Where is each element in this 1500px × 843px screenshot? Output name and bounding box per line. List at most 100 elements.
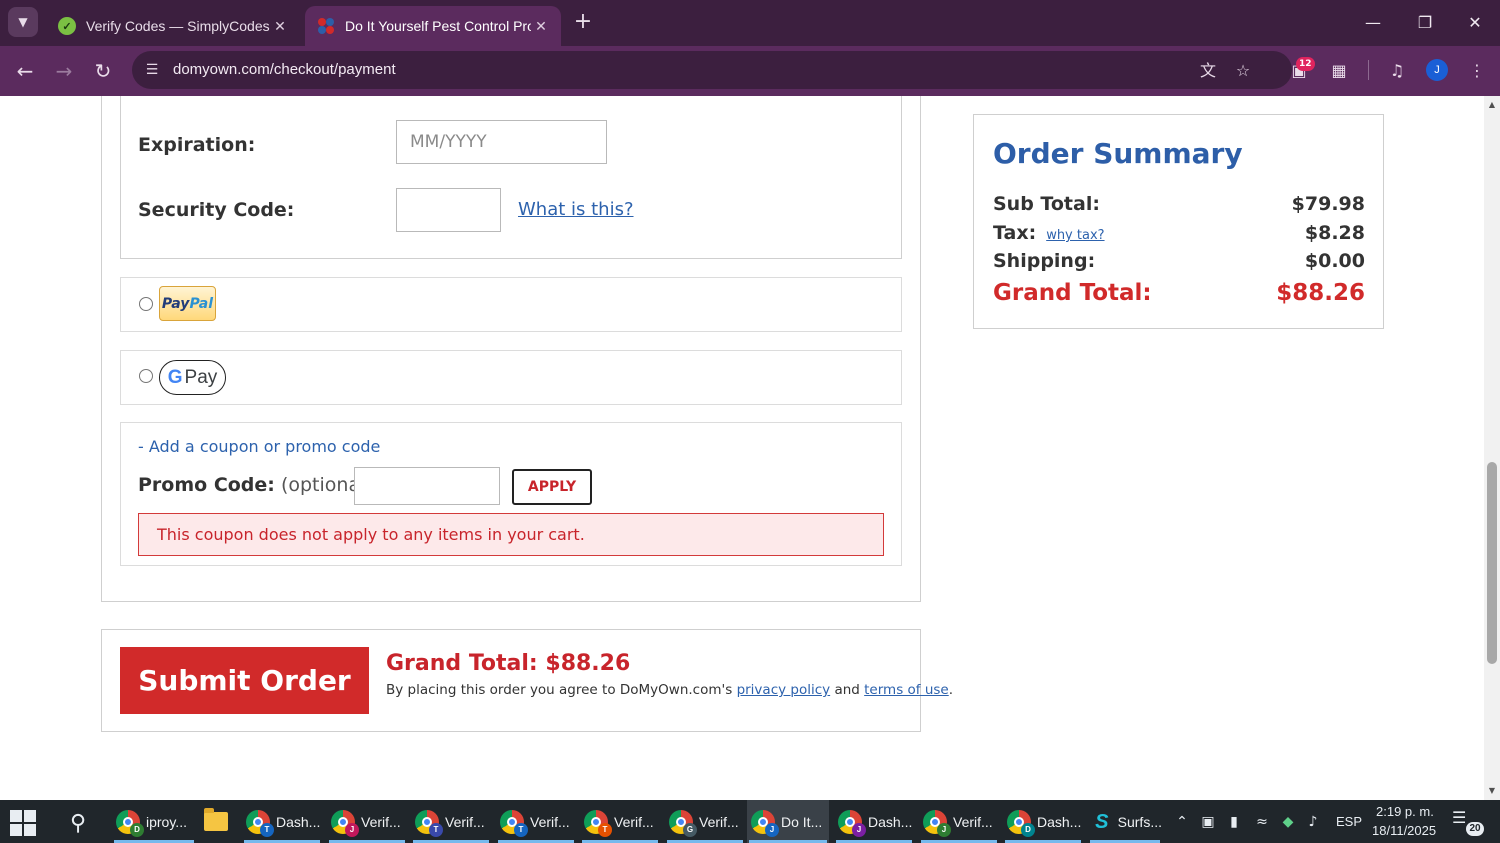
taskbar-app-chrome[interactable]: J Verif... bbox=[327, 800, 407, 843]
close-window-button[interactable]: ✕ bbox=[1460, 8, 1490, 38]
taskbar-app-chrome[interactable]: J Dash... bbox=[834, 800, 914, 843]
extension-badge: 12 bbox=[1296, 57, 1315, 71]
grand-total-line: Grand Total: $88.26 bbox=[386, 651, 631, 676]
promo-code-label: Promo Code: (optional) bbox=[138, 474, 373, 496]
menu-kebab-icon[interactable]: ⋮ bbox=[1464, 58, 1490, 84]
bookmark-star-icon[interactable]: ☆ bbox=[1232, 60, 1254, 82]
chrome-icon: J bbox=[751, 809, 779, 837]
clock-time[interactable]: 2:19 p. m. bbox=[1376, 804, 1434, 819]
taskbar-app-chrome[interactable]: T Dash... bbox=[242, 800, 322, 843]
notification-center-button[interactable]: ☰ 20 bbox=[1452, 808, 1484, 838]
media-control-icon[interactable]: ♫ bbox=[1384, 58, 1410, 84]
chrome-icon: T bbox=[500, 809, 528, 837]
submit-section: Submit Order Grand Total: $88.26 By plac… bbox=[101, 629, 953, 732]
chrome-icon: D bbox=[1007, 809, 1035, 837]
submit-order-button[interactable]: Submit Order bbox=[120, 647, 369, 714]
scroll-up-icon[interactable]: ▲ bbox=[1484, 98, 1500, 112]
order-summary-title: Order Summary bbox=[993, 137, 1243, 170]
windows-taskbar: ⚲ D iproy... T Dash... J Verif... T Veri… bbox=[0, 800, 1500, 843]
taskbar-app-chrome[interactable]: T Verif... bbox=[580, 800, 660, 843]
security-code-input[interactable] bbox=[396, 188, 501, 232]
coupon-error-message: This coupon does not apply to any items … bbox=[138, 513, 884, 556]
taskbar-app-chrome[interactable]: D Dash... bbox=[1003, 800, 1083, 843]
clock-date[interactable]: 18/11/2025 bbox=[1372, 823, 1436, 838]
google-g-icon: G bbox=[167, 366, 183, 388]
volume-icon[interactable]: ♪ bbox=[1303, 812, 1323, 832]
profile-avatar[interactable]: J bbox=[1426, 59, 1448, 81]
grand-total-row: Grand Total: $88.26 bbox=[993, 280, 1365, 306]
terms-of-use-link[interactable]: terms of use bbox=[864, 682, 949, 698]
page-viewport: Expiration: Security Code: What is this?… bbox=[0, 96, 1484, 800]
taskbar-app-chrome[interactable]: J Verif... bbox=[919, 800, 999, 843]
taskbar-app-surfshark[interactable]: S Surfs... bbox=[1088, 800, 1162, 843]
language-indicator[interactable]: ESP bbox=[1336, 814, 1362, 829]
expiration-label: Expiration: bbox=[138, 134, 256, 156]
minimize-button[interactable]: — bbox=[1358, 8, 1388, 38]
browser-toolbar: ← → ↻ ☰ domyown.com/checkout/payment 文 ☆… bbox=[0, 46, 1500, 96]
google-pay-logo[interactable]: G Pay bbox=[159, 360, 226, 395]
google-pay-option[interactable]: G Pay bbox=[120, 350, 902, 405]
scroll-down-icon[interactable]: ▼ bbox=[1484, 784, 1500, 798]
site-settings-icon[interactable]: ☰ bbox=[142, 60, 162, 80]
url-text[interactable]: domyown.com/checkout/payment bbox=[173, 61, 396, 78]
google-pay-radio[interactable] bbox=[139, 369, 153, 383]
forward-button[interactable]: → bbox=[49, 56, 79, 86]
tab-title: Verify Codes — SimplyCodes bbox=[86, 18, 270, 34]
why-tax-link[interactable]: why tax? bbox=[1046, 228, 1104, 243]
order-summary-panel: Order Summary Sub Total: $79.98 Tax: why … bbox=[973, 114, 1384, 329]
taskbar-app-chrome[interactable]: T Verif... bbox=[411, 800, 491, 843]
tab-verify-codes[interactable]: ✓ Verify Codes — SimplyCodes ✕ bbox=[46, 6, 300, 46]
paypal-logo[interactable]: Pay Pal bbox=[159, 286, 216, 321]
extensions-puzzle-icon[interactable]: ▦ bbox=[1326, 58, 1352, 84]
display-icon[interactable]: ▣ bbox=[1198, 812, 1218, 832]
chrome-icon: D bbox=[116, 809, 144, 837]
apply-button[interactable]: APPLY bbox=[512, 469, 592, 505]
chevron-up-icon[interactable]: ⌃ bbox=[1172, 812, 1192, 832]
add-coupon-link[interactable]: - Add a coupon or promo code bbox=[138, 437, 380, 456]
surfshark-icon: S bbox=[1095, 810, 1109, 833]
back-button[interactable]: ← bbox=[10, 56, 40, 86]
reload-button[interactable]: ↻ bbox=[88, 56, 118, 86]
battery-icon[interactable]: ▮ bbox=[1224, 812, 1244, 832]
tax-row: Tax: why tax? $8.28 bbox=[993, 222, 1365, 244]
address-bar[interactable]: ☰ domyown.com/checkout/payment 文 ☆ bbox=[132, 51, 1292, 89]
taskbar-app-chrome[interactable]: G Verif... bbox=[665, 800, 745, 843]
new-tab-button[interactable]: + bbox=[570, 10, 596, 36]
taskbar-app-chrome-active[interactable]: J Do It... bbox=[747, 800, 829, 843]
folder-icon bbox=[204, 808, 228, 831]
shield-icon[interactable]: ◆ bbox=[1278, 812, 1298, 832]
terms-agreement-text: By placing this order you agree to DoMyO… bbox=[386, 682, 954, 698]
search-icon[interactable]: ⚲ bbox=[63, 809, 93, 839]
taskbar-app-chrome[interactable]: D iproy... bbox=[112, 800, 196, 843]
arrow-right-icon: → bbox=[55, 59, 73, 83]
chrome-icon: J bbox=[923, 809, 951, 837]
shipping-value: $0.00 bbox=[1304, 250, 1365, 272]
tab-search-button[interactable]: ▼ bbox=[8, 7, 38, 37]
taskbar-app-chrome[interactable]: T Verif... bbox=[496, 800, 576, 843]
chevron-down-icon: ▼ bbox=[18, 15, 28, 29]
what-is-this-link[interactable]: What is this? bbox=[518, 199, 634, 220]
scrollbar-thumb[interactable] bbox=[1487, 462, 1497, 664]
promo-section: - Add a coupon or promo code Promo Code:… bbox=[120, 422, 902, 566]
windows-start-icon[interactable] bbox=[10, 810, 36, 836]
arrow-left-icon: ← bbox=[16, 59, 34, 83]
restore-button[interactable]: ❐ bbox=[1410, 8, 1440, 38]
chrome-icon: T bbox=[584, 809, 612, 837]
close-icon[interactable]: ✕ bbox=[531, 18, 551, 35]
paypal-option[interactable]: Pay Pal bbox=[120, 277, 902, 332]
subtotal-value: $79.98 bbox=[1291, 193, 1365, 215]
taskbar-app-file-explorer[interactable] bbox=[198, 800, 234, 843]
restore-icon: ❐ bbox=[1417, 13, 1433, 32]
paypal-radio[interactable] bbox=[139, 297, 153, 311]
wifi-icon[interactable]: ≈ bbox=[1252, 812, 1272, 832]
expiration-input[interactable] bbox=[396, 120, 607, 164]
tab-domyown[interactable]: Do It Yourself Pest Control Prod ✕ bbox=[305, 6, 561, 46]
translate-icon[interactable]: 文 bbox=[1197, 60, 1219, 82]
tab-strip: ▼ ✓ Verify Codes — SimplyCodes ✕ Do It Y… bbox=[0, 0, 1500, 46]
close-icon[interactable]: ✕ bbox=[270, 18, 290, 35]
promo-code-input[interactable] bbox=[354, 467, 500, 505]
page-scrollbar[interactable]: ▲ ▼ bbox=[1484, 96, 1500, 800]
privacy-policy-link[interactable]: privacy policy bbox=[737, 682, 831, 698]
reload-icon: ↻ bbox=[94, 59, 112, 83]
tax-value: $8.28 bbox=[1304, 222, 1365, 244]
